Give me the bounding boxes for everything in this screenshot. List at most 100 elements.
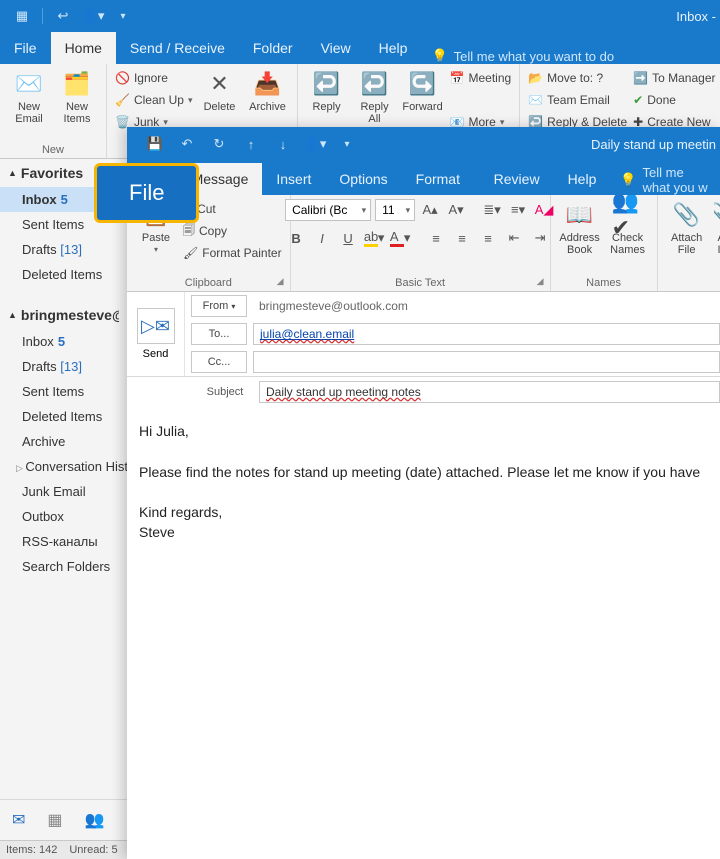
- to-button[interactable]: To...: [191, 323, 247, 345]
- tab-send-receive[interactable]: Send / Receive: [116, 32, 239, 64]
- bold-button[interactable]: B: [285, 227, 307, 249]
- reply-all-label: Reply All: [360, 101, 388, 125]
- nav-rss[interactable]: RSS-каналы: [0, 529, 127, 554]
- qat-user-icon[interactable]: 👤▾: [79, 4, 107, 28]
- tab-help[interactable]: Help: [365, 32, 422, 64]
- clipboard-dialog-launch-icon[interactable]: ◢: [277, 276, 284, 287]
- compose-up-icon[interactable]: ↑: [237, 132, 265, 156]
- compose-group-basictext: Calibri (Bc 11 A▴ A▾ ≣▾ ≡▾ A◢ B I U ab▾ …: [291, 195, 551, 291]
- tell-me-field[interactable]: 💡 Tell me what you want to do: [421, 48, 624, 64]
- nav-drafts-fav[interactable]: Drafts [13]: [0, 237, 127, 262]
- address-book-button[interactable]: 📖Address Book: [559, 199, 601, 256]
- nav-inbox[interactable]: Inbox5: [0, 329, 127, 354]
- qat-outlook-icon[interactable]: ▦: [8, 4, 36, 28]
- account-header[interactable]: ▲bringmesteve@: [0, 301, 127, 329]
- qs-teamemail-button[interactable]: ✉️Team Email: [528, 90, 627, 110]
- ignore-button[interactable]: 🚫Ignore: [115, 68, 193, 88]
- nav-deleted[interactable]: Deleted Items: [0, 404, 127, 429]
- indent-inc-icon[interactable]: ⇥: [529, 227, 551, 249]
- qs-tomanager-button[interactable]: ➡️To Manager: [633, 68, 720, 88]
- forward-button[interactable]: ↪️Forward: [402, 68, 444, 113]
- archive-button[interactable]: 📥 Archive: [247, 68, 289, 113]
- check-names-button[interactable]: 👥✔Check Names: [607, 199, 649, 256]
- compose-down-icon[interactable]: ↓: [269, 132, 297, 156]
- underline-button[interactable]: U: [337, 227, 359, 249]
- nav-drafts[interactable]: Drafts [13]: [0, 354, 127, 379]
- mail-icon[interactable]: ✉: [12, 810, 25, 830]
- meeting-button[interactable]: 📅Meeting: [450, 68, 512, 88]
- send-button[interactable]: ▷✉: [137, 308, 175, 344]
- from-button[interactable]: From▾: [191, 295, 247, 317]
- nav-drafts2-label: Drafts: [22, 359, 57, 374]
- file-callout-highlight: File: [94, 163, 199, 223]
- cc-field[interactable]: [253, 351, 720, 373]
- qs-moveto-button[interactable]: 📂Move to: ?: [528, 68, 627, 88]
- tab-home[interactable]: Home: [51, 32, 116, 64]
- compose-tab-format-text[interactable]: Format Text: [402, 163, 480, 195]
- copy-icon: 🗐: [183, 221, 195, 242]
- attach-item-button[interactable]: 📎At Ite: [714, 199, 720, 256]
- tab-folder[interactable]: Folder: [239, 32, 307, 64]
- qs-done-button[interactable]: ✔Done: [633, 90, 720, 110]
- copy-label: Copy: [199, 224, 227, 238]
- compose-tellme[interactable]: 💡Tell me what you w: [610, 165, 720, 195]
- compose-tab-insert[interactable]: Insert: [262, 163, 325, 195]
- shrink-font-icon[interactable]: A▾: [445, 199, 467, 221]
- compose-title-bar: 💾 ↶ ↻ ↑ ↓ 👤▾ ▾ Daily stand up meetin: [127, 127, 720, 161]
- nav-archive[interactable]: Archive: [0, 429, 127, 454]
- nav-inbox-count: 5: [61, 192, 68, 207]
- email-body[interactable]: Hi Julia, Please find the notes for stan…: [127, 407, 720, 859]
- to-field[interactable]: julia@clean.email: [253, 323, 720, 345]
- compose-ribbon-tabs: File Message Insert Options Format Text …: [127, 161, 720, 195]
- triangle-down-icon: ▲: [8, 310, 17, 320]
- compose-undo-icon[interactable]: ↶: [173, 132, 201, 156]
- compose-tab-options[interactable]: Options: [325, 163, 401, 195]
- font-size-select[interactable]: 11: [375, 199, 415, 221]
- indent-dec-icon[interactable]: ⇤: [503, 227, 525, 249]
- compose-save-icon[interactable]: 💾: [141, 132, 169, 156]
- qat-undo-icon[interactable]: ↩: [49, 4, 77, 28]
- new-email-button[interactable]: ✉️ New Email: [8, 68, 50, 125]
- tab-view[interactable]: View: [307, 32, 365, 64]
- new-items-button[interactable]: 🗂️ New Items: [56, 68, 98, 125]
- basictext-dialog-launch-icon[interactable]: ◢: [537, 276, 544, 287]
- align-left-icon[interactable]: ≡: [425, 227, 447, 249]
- reply-all-button[interactable]: ↩️Reply All: [354, 68, 396, 125]
- nav-outbox[interactable]: Outbox: [0, 504, 127, 529]
- qat-customize-icon[interactable]: ▾: [109, 4, 137, 28]
- grow-font-icon[interactable]: A▴: [419, 199, 441, 221]
- reply-button[interactable]: ↩️Reply: [306, 68, 348, 113]
- font-family-select[interactable]: Calibri (Bc: [285, 199, 371, 221]
- delete-button[interactable]: ✕ Delete: [199, 68, 241, 113]
- qs-done-label: Done: [647, 93, 676, 107]
- italic-button[interactable]: I: [311, 227, 333, 249]
- align-right-icon[interactable]: ≡: [477, 227, 499, 249]
- nav-deleted-fav[interactable]: Deleted Items: [0, 262, 127, 287]
- font-color-button[interactable]: A▾: [389, 227, 411, 249]
- compose-tab-review[interactable]: Review: [480, 163, 554, 195]
- cc-button[interactable]: Cc...: [191, 351, 247, 373]
- copy-button[interactable]: 🗐 Copy: [183, 221, 282, 241]
- calendar-grid-icon[interactable]: ▦: [47, 810, 62, 830]
- nav-sent[interactable]: Sent Items: [0, 379, 127, 404]
- address-book-label: Address Book: [559, 232, 599, 256]
- nav-junk[interactable]: Junk Email: [0, 479, 127, 504]
- highlight-color-button[interactable]: ab▾: [363, 227, 385, 249]
- bullets-icon[interactable]: ≣▾: [481, 199, 503, 221]
- compose-qat-more-icon[interactable]: ▾: [333, 132, 361, 156]
- nav-drafts2-count: [13]: [60, 359, 82, 374]
- nav-search-folders[interactable]: Search Folders: [0, 554, 127, 579]
- subject-field[interactable]: Daily stand up meeting notes: [259, 381, 720, 403]
- align-center-icon[interactable]: ≡: [451, 227, 473, 249]
- format-painter-button[interactable]: 🖌Format Painter: [183, 243, 282, 263]
- attach-file-button[interactable]: 📎Attach File: [666, 199, 708, 256]
- tab-file[interactable]: File: [0, 32, 51, 64]
- numbering-icon[interactable]: ≡▾: [507, 199, 529, 221]
- people-icon[interactable]: 👥: [85, 810, 105, 830]
- nav-conversation-history[interactable]: ▷ Conversation Histor: [0, 454, 127, 479]
- main-window-title: Inbox -: [676, 9, 720, 24]
- compose-redo-icon[interactable]: ↻: [205, 132, 233, 156]
- compose-tab-help[interactable]: Help: [554, 163, 611, 195]
- compose-user-icon[interactable]: 👤▾: [301, 132, 329, 156]
- cleanup-button[interactable]: 🧹Clean Up▾: [115, 90, 193, 110]
